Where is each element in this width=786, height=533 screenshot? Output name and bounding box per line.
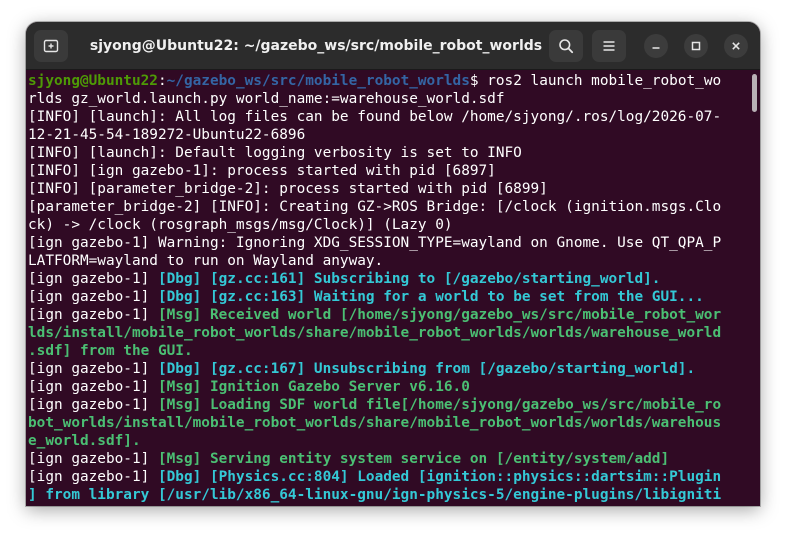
text-plain: [INFO] [launch]: Default logging verbosi…	[28, 145, 522, 161]
terminal-line: sjyong@Ubuntu22:~/gazebo_ws/src/mobile_r…	[28, 72, 750, 90]
text-msg: bot_worlds/install/mobile_robot_worlds/s…	[28, 415, 722, 431]
text-plain: [INFO] [launch]: All log files can be fo…	[28, 109, 722, 125]
scrollbar-thumb[interactable]	[752, 74, 757, 112]
text-plain: $ ros2 launch mobile_robot_wo	[469, 73, 722, 89]
terminal-line: [parameter_bridge-2] [INFO]: Creating GZ…	[28, 198, 750, 216]
text-dbg: [Dbg] [gz.cc:163] Waiting for a world to…	[157, 289, 704, 305]
close-button[interactable]	[724, 34, 748, 58]
text-plain: [ign gazebo-1]	[28, 397, 158, 413]
minimize-icon	[652, 47, 660, 49]
text-plain: [parameter_bridge-2] [INFO]: Creating GZ…	[28, 199, 722, 215]
terminal-line: LATFORM=wayland to run on Wayland anyway…	[28, 252, 750, 270]
terminal-line: [INFO] [launch]: All log files can be fo…	[28, 108, 750, 126]
terminal-line: [ign gazebo-1] [Dbg] [gz.cc:163] Waiting…	[28, 288, 750, 306]
terminal-lines: sjyong@Ubuntu22:~/gazebo_ws/src/mobile_r…	[28, 72, 750, 504]
text-plain: [ign gazebo-1]	[28, 451, 158, 467]
text-msg: lds/install/mobile_robot_worlds/share/mo…	[28, 325, 722, 341]
text-plain: ck) -> /clock (rosgraph_msgs/msg/Clock)]…	[28, 217, 453, 233]
maximize-button[interactable]	[684, 34, 708, 58]
hamburger-menu-icon	[603, 41, 615, 51]
text-msg: [Msg] Ignition Gazebo Server v6.16.0	[157, 379, 470, 395]
text-msg: e_world.sdf].	[28, 433, 141, 449]
text-dbg: [Dbg] [gz.cc:167] Unsubscribing from [/g…	[157, 361, 696, 377]
terminal-line: 12-21-45-54-189272-Ubuntu22-6896	[28, 126, 750, 144]
new-tab-button[interactable]	[34, 30, 68, 62]
text-dbg: [Dbg] [gz.cc:161] Subscribing to [/gazeb…	[157, 271, 661, 287]
terminal-output[interactable]: sjyong@Ubuntu22:~/gazebo_ws/src/mobile_r…	[26, 70, 760, 506]
text-msg: .sdf] from the GUI.	[28, 343, 193, 359]
terminal-line: [ign gazebo-1] [Dbg] [gz.cc:167] Unsubsc…	[28, 360, 750, 378]
text-plain: [ign gazebo-1]	[28, 307, 158, 323]
text-msg: [Msg] Loading SDF world file[/home/sjyon…	[157, 397, 722, 413]
terminal-line: .sdf] from the GUI.	[28, 342, 750, 360]
terminal-line: e_world.sdf].	[28, 432, 750, 450]
titlebar: sjyong@Ubuntu22: ~/gazebo_ws/src/mobile_…	[26, 22, 760, 70]
text-dbg: [Dbg] [Physics.cc:804] Loaded [ignition:…	[157, 469, 722, 485]
terminal-line: [ign gazebo-1] Warning: Ignoring XDG_SES…	[28, 234, 750, 252]
terminal-line: bot_worlds/install/mobile_robot_worlds/s…	[28, 414, 750, 432]
text-plain: [ign gazebo-1]	[28, 469, 158, 485]
text-plain: [ign gazebo-1]	[28, 271, 158, 287]
window-title: sjyong@Ubuntu22: ~/gazebo_ws/src/mobile_…	[89, 38, 543, 54]
text-plain: [INFO] [parameter_bridge-2]: process sta…	[28, 181, 548, 197]
terminal-line: [INFO] [parameter_bridge-2]: process sta…	[28, 180, 750, 198]
terminal-line: [ign gazebo-1] [Dbg] [gz.cc:161] Subscri…	[28, 270, 750, 288]
minimize-button[interactable]	[644, 34, 668, 58]
maximize-icon	[691, 41, 701, 51]
text-plain: [INFO] [ign gazebo-1]: process started w…	[28, 163, 496, 179]
terminal-window: sjyong@Ubuntu22: ~/gazebo_ws/src/mobile_…	[26, 22, 760, 506]
close-icon	[732, 42, 740, 50]
text-msg: [Msg] Serving entity system service on […	[157, 451, 670, 467]
text-msg: [Msg] Received world [/home/sjyong/gazeb…	[157, 307, 722, 323]
terminal-line: rlds gz_world.launch.py world_name:=ware…	[28, 90, 750, 108]
text-userhost: sjyong@Ubuntu22	[28, 73, 158, 89]
menu-button[interactable]	[592, 30, 626, 62]
text-plain: [ign gazebo-1]	[28, 289, 158, 305]
terminal-line: ck) -> /clock (rosgraph_msgs/msg/Clock)]…	[28, 216, 750, 234]
text-dbg: ] from library [/usr/lib/x86_64-linux-gn…	[28, 487, 722, 503]
terminal-line: [INFO] [launch]: Default logging verbosi…	[28, 144, 750, 162]
text-plain: [ign gazebo-1] Warning: Ignoring XDG_SES…	[28, 235, 722, 251]
terminal-line: [ign gazebo-1] [Msg] Serving entity syst…	[28, 450, 750, 468]
terminal-line: [ign gazebo-1] [Msg] Ignition Gazebo Ser…	[28, 378, 750, 396]
terminal-line: [INFO] [ign gazebo-1]: process started w…	[28, 162, 750, 180]
terminal-line: ] from library [/usr/lib/x86_64-linux-gn…	[28, 486, 750, 504]
search-button[interactable]	[549, 30, 583, 62]
text-plain: :	[157, 73, 167, 89]
new-tab-icon	[43, 39, 59, 53]
text-plain: 12-21-45-54-189272-Ubuntu22-6896	[28, 127, 306, 143]
text-plain: [ign gazebo-1]	[28, 379, 158, 395]
terminal-line: [ign gazebo-1] [Msg] Received world [/ho…	[28, 306, 750, 324]
terminal-line: [ign gazebo-1] [Dbg] [Physics.cc:804] Lo…	[28, 468, 750, 486]
terminal-line: [ign gazebo-1] [Msg] Loading SDF world f…	[28, 396, 750, 414]
text-plain: [ign gazebo-1]	[28, 361, 158, 377]
text-plain: LATFORM=wayland to run on Wayland anyway…	[28, 253, 384, 269]
search-icon	[559, 39, 574, 54]
text-plain: rlds gz_world.launch.py world_name:=ware…	[28, 91, 505, 107]
terminal-line: lds/install/mobile_robot_worlds/share/mo…	[28, 324, 750, 342]
text-path: ~/gazebo_ws/src/mobile_robot_worlds	[166, 73, 470, 89]
